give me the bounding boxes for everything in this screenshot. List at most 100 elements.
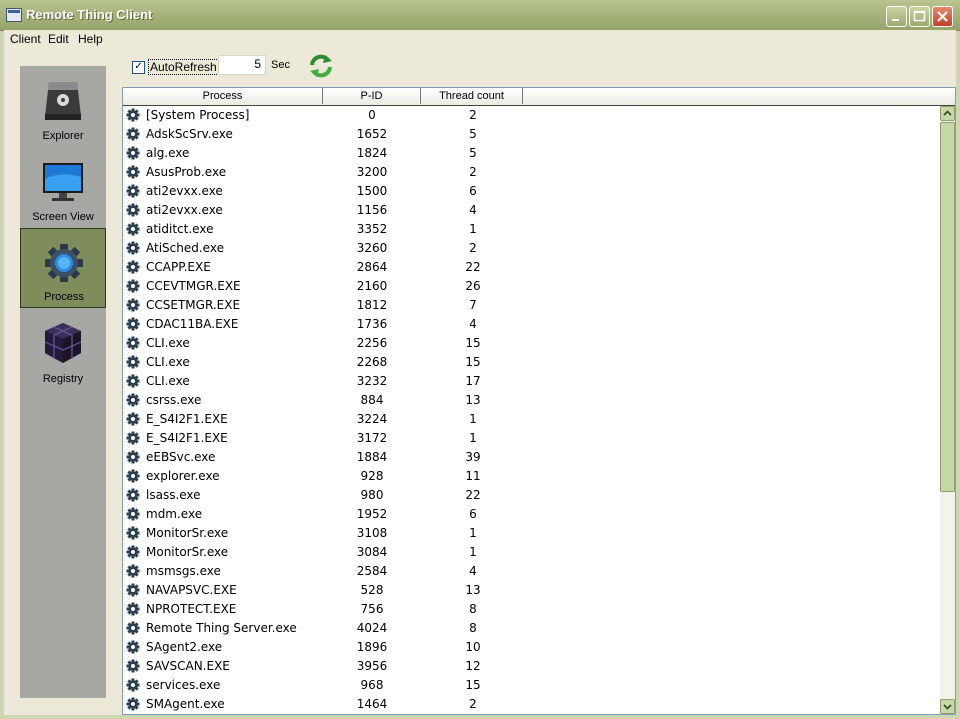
table-row[interactable]: msmsgs.exe 2584 4 [123,562,939,581]
sidebar-item-screen-view[interactable]: Screen View [20,147,106,227]
table-row[interactable]: [System Process] 0 2 [123,106,939,125]
process-name: AdskScSrv.exe [146,127,233,141]
process-thread-count: 1 [469,526,477,540]
process-name: SMAgent.exe [146,697,225,711]
toolbar: ✓ AutoRefresh 5 Sec [122,48,956,86]
scroll-down-button[interactable] [940,699,955,714]
process-list[interactable]: Process P-ID Thread count [System Proces… [122,87,956,715]
table-row[interactable]: explorer.exe 928 11 [123,467,939,486]
process-gear-icon [126,146,140,160]
autorefresh-checkbox[interactable]: ✓ [132,61,145,74]
process-name: CCAPP.EXE [146,260,211,274]
table-row[interactable]: NAVAPSVC.EXE 528 13 [123,581,939,600]
table-row[interactable]: SMAgent.exe 1464 2 [123,695,939,714]
process-name: CLI.exe [146,374,190,388]
menu-edit[interactable]: Edit [48,32,69,46]
process-thread-count: 1 [469,431,477,445]
close-button[interactable] [932,6,953,27]
vertical-scrollbar[interactable] [940,106,955,714]
maximize-button[interactable] [909,6,930,27]
sidebar-item-registry[interactable]: Registry [20,309,106,389]
process-thread-count: 12 [465,659,481,673]
table-row[interactable]: CLI.exe 2256 15 [123,334,939,353]
process-pid: 3172 [356,431,388,445]
process-pid: 2268 [356,355,388,369]
scroll-up-button[interactable] [940,106,955,121]
table-row[interactable]: SAVSCAN.EXE 3956 12 [123,657,939,676]
process-gear-icon [126,488,140,502]
process-thread-count: 10 [465,640,481,654]
process-thread-count: 17 [465,374,481,388]
table-row[interactable]: CCSETMGR.EXE 1812 7 [123,296,939,315]
process-name: [System Process] [146,108,250,122]
process-name: CCEVTMGR.EXE [146,279,241,293]
table-row[interactable]: Remote Thing Server.exe 4024 8 [123,619,939,638]
menu-help[interactable]: Help [78,32,103,46]
process-pid: 1156 [356,203,388,217]
table-row[interactable]: CLI.exe 3232 17 [123,372,939,391]
table-row[interactable]: NPROTECT.EXE 756 8 [123,600,939,619]
table-row[interactable]: CLI.exe 2268 15 [123,353,939,372]
table-row[interactable]: AsusProb.exe 3200 2 [123,163,939,182]
column-header-pid[interactable]: P-ID [323,88,421,104]
table-row[interactable]: SAgent2.exe 1896 10 [123,638,939,657]
table-row[interactable]: AdskScSrv.exe 1652 5 [123,125,939,144]
process-gear-icon [126,222,140,236]
table-row[interactable]: AtiSched.exe 3260 2 [123,239,939,258]
table-row[interactable]: eEBSvc.exe 1884 39 [123,448,939,467]
process-gear-icon [126,374,140,388]
table-row[interactable]: MonitorSr.exe 3108 1 [123,524,939,543]
table-row[interactable]: services.exe 968 15 [123,676,939,695]
process-pid: 1812 [356,298,388,312]
process-gear-icon [126,260,140,274]
table-row[interactable]: ati2evxx.exe 1500 6 [123,182,939,201]
table-row[interactable]: CDAC11BA.EXE 1736 4 [123,315,939,334]
minimize-button[interactable] [886,6,907,27]
table-row[interactable]: mdm.exe 1952 6 [123,505,939,524]
table-row[interactable]: MonitorSr.exe 3084 1 [123,543,939,562]
process-name: SAgent2.exe [146,640,223,654]
process-thread-count: 2 [469,108,477,122]
table-row[interactable]: lsass.exe 980 22 [123,486,939,505]
refresh-interval-field[interactable]: 5 [218,55,266,75]
scroll-thumb[interactable] [940,122,955,492]
process-pid: 884 [360,393,384,407]
process-gear-icon [126,108,140,122]
sidebar-item-explorer[interactable]: Explorer [20,66,106,146]
process-pid: 2584 [356,564,388,578]
process-gear-icon [126,279,140,293]
chevron-down-icon [943,704,952,710]
process-thread-count: 15 [465,355,481,369]
process-name: explorer.exe [146,469,220,483]
table-row[interactable]: atiditct.exe 3352 1 [123,220,939,239]
refresh-icon[interactable] [308,53,334,79]
process-name: MonitorSr.exe [146,545,229,559]
table-row[interactable]: alg.exe 1824 5 [123,144,939,163]
column-header-process[interactable]: Process [123,88,323,104]
sidebar-item-process[interactable]: Process [20,228,106,308]
process-name: ati2evxx.exe [146,203,223,217]
process-thread-count: 1 [469,412,477,426]
process-pid: 1952 [356,507,388,521]
sidebar-item-label: Screen View [32,211,94,223]
gear-icon [45,244,83,282]
menu-client[interactable]: Client [10,32,41,46]
minimize-icon [892,19,899,21]
autorefresh-label[interactable]: AutoRefresh [148,59,219,75]
table-row[interactable]: csrss.exe 884 13 [123,391,939,410]
process-name: atiditct.exe [146,222,214,236]
process-gear-icon [126,469,140,483]
table-row[interactable]: ati2evxx.exe 1156 4 [123,201,939,220]
table-row[interactable]: CCAPP.EXE 2864 22 [123,258,939,277]
process-name: msmsgs.exe [146,564,221,578]
table-row[interactable]: E_S4I2F1.EXE 3172 1 [123,429,939,448]
process-pid: 980 [360,488,384,502]
title-bar[interactable]: Remote Thing Client [0,0,960,31]
column-header-thread-count[interactable]: Thread count [421,88,523,104]
process-name: E_S4I2F1.EXE [146,431,228,445]
table-row[interactable]: E_S4I2F1.EXE 3224 1 [123,410,939,429]
table-row[interactable]: CCEVTMGR.EXE 2160 26 [123,277,939,296]
process-thread-count: 8 [469,621,477,635]
process-name: AtiSched.exe [146,241,224,255]
sidebar: Explorer Screen View Process Registry [20,66,106,698]
